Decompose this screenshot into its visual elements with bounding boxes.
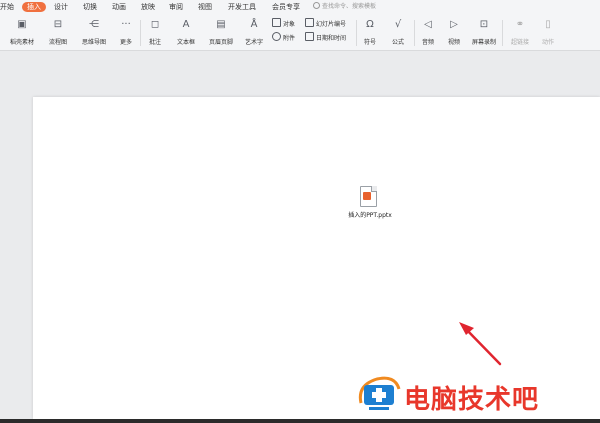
bottom-bar bbox=[0, 419, 600, 423]
annotation-arrow-icon bbox=[459, 322, 502, 366]
watermark-logo-icon bbox=[358, 376, 401, 410]
watermark: 电脑技术吧 bbox=[355, 373, 600, 415]
watermark-text: 电脑技术吧 bbox=[404, 385, 540, 415]
